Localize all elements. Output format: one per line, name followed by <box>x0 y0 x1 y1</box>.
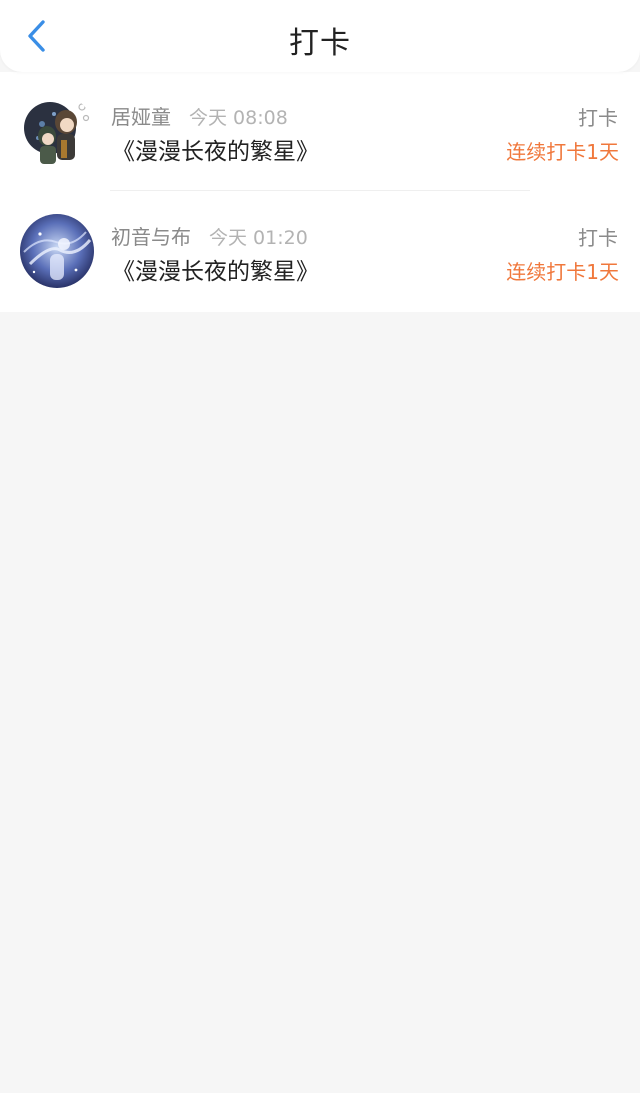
action-label: 打卡 <box>578 106 618 130</box>
page-title: 打卡 <box>289 26 351 61</box>
checkin-list: 居娅童 今天 08:08 《漫漫长夜的繁星》 打卡 连续打卡1天 初音与布 今天… <box>0 72 640 312</box>
avatar[interactable] <box>20 94 94 168</box>
book-title[interactable]: 《漫漫长夜的繁星》 <box>112 132 319 166</box>
streak-label: 连续打卡1天 <box>506 260 619 284</box>
streak-label: 连续打卡1天 <box>506 140 619 164</box>
divider <box>110 190 530 191</box>
list-item[interactable]: 居娅童 今天 08:08 《漫漫长夜的繁星》 打卡 连续打卡1天 <box>0 72 640 192</box>
action-label: 打卡 <box>578 226 618 250</box>
user-name[interactable]: 初音与布 <box>111 221 191 250</box>
avatar[interactable] <box>20 214 94 288</box>
top-bar: 打卡 <box>0 0 640 72</box>
meta-row: 居娅童 今天 08:08 <box>111 101 288 130</box>
timestamp: 今天 08:08 <box>189 107 288 129</box>
timestamp: 今天 01:20 <box>209 227 308 249</box>
user-name[interactable]: 居娅童 <box>111 101 171 130</box>
meta-row: 初音与布 今天 01:20 <box>111 221 308 250</box>
book-title[interactable]: 《漫漫长夜的繁星》 <box>112 252 319 286</box>
list-item[interactable]: 初音与布 今天 01:20 《漫漫长夜的繁星》 打卡 连续打卡1天 <box>0 192 640 312</box>
